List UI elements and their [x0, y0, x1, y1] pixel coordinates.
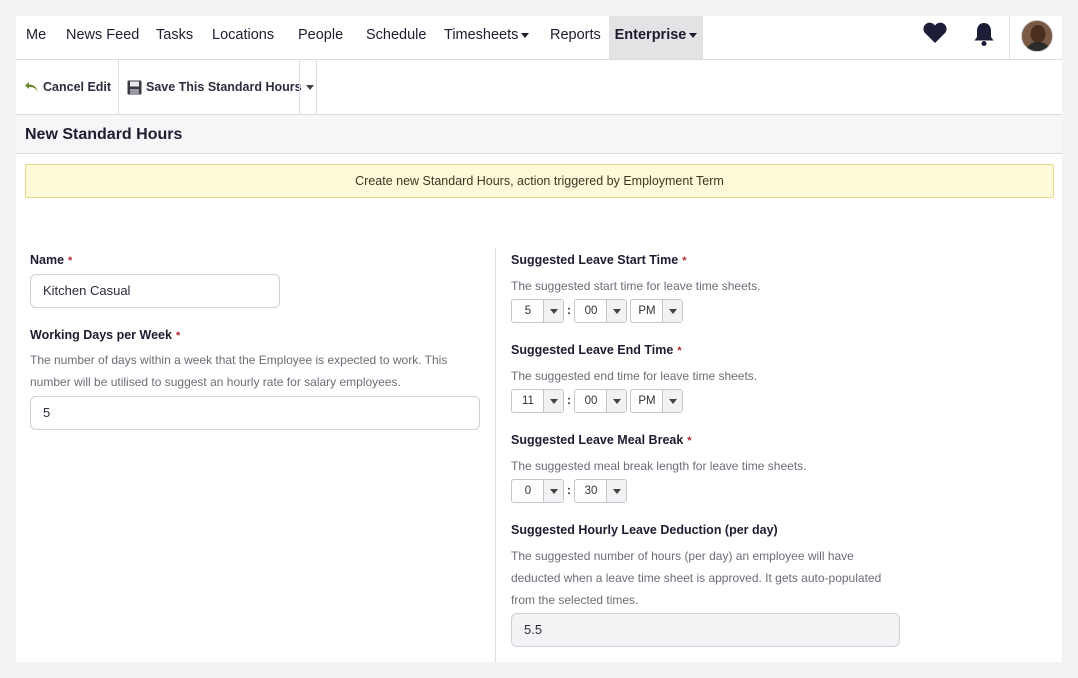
leave-start-help: The suggested start time for leave time … [511, 279, 761, 293]
caret-down-icon [689, 32, 698, 38]
nav-divider [1009, 16, 1010, 59]
name-label: Name * [30, 253, 72, 267]
hourly-deduction-help: The suggested number of hours (per day) … [511, 545, 891, 611]
working-days-help: The number of days within a week that th… [30, 349, 480, 393]
required-mark: * [175, 330, 181, 342]
caret-down-icon [543, 390, 563, 412]
working-days-help-line: The number of days within a week that th… [30, 353, 448, 367]
hourly-deduction-label: Suggested Hourly Leave Deduction (per da… [511, 523, 778, 537]
column-divider [495, 248, 496, 662]
nav-schedule[interactable]: Schedule [366, 16, 426, 59]
caret-down-icon [662, 390, 682, 412]
leave-end-label: Suggested Leave End Time * [511, 343, 682, 357]
save-options-dropdown[interactable] [303, 60, 317, 115]
time-separator: : [567, 393, 571, 407]
leave-start-ampm-value: PM [638, 305, 656, 317]
save-label: Save This Standard Hours [146, 80, 302, 94]
nav-reports[interactable]: Reports [550, 16, 601, 59]
working-days-input[interactable]: 5 [30, 396, 480, 430]
leave-end-ampm-select[interactable]: PM [630, 389, 683, 413]
required-mark: * [687, 435, 692, 447]
caret-down-icon [662, 300, 682, 322]
top-nav: Me News Feed Tasks Locations People Sche… [16, 16, 1062, 60]
working-days-label: Working Days per Week * [30, 328, 180, 342]
leave-end-minute-select[interactable]: 00 [574, 389, 627, 413]
meal-break-minutes-select[interactable]: 30 [574, 479, 627, 503]
toolbar-divider [316, 60, 317, 115]
meal-break-help: The suggested meal break length for leav… [511, 459, 807, 473]
leave-start-hour-select[interactable]: 5 [511, 299, 564, 323]
undo-icon [25, 82, 38, 93]
leave-start-hour-value: 5 [524, 305, 532, 317]
nav-enterprise[interactable]: Enterprise [609, 16, 703, 59]
time-separator: : [567, 483, 571, 497]
working-days-help-line: number will be utilised to suggest an ho… [30, 375, 401, 389]
caret-down-icon [606, 390, 626, 412]
meal-break-hours-value: 0 [524, 485, 532, 497]
caret-down-icon [306, 85, 314, 91]
floppy-disk-icon [127, 80, 142, 95]
required-mark: * [677, 345, 682, 357]
heart-icon[interactable] [922, 22, 948, 44]
hourly-deduction-help-line: The suggested number of hours (per day) … [511, 549, 854, 563]
meal-break-minutes-value: 30 [584, 485, 598, 497]
leave-end-ampm-value: PM [638, 395, 656, 407]
bell-icon[interactable] [973, 21, 995, 47]
caret-down-icon [543, 480, 563, 502]
nav-me[interactable]: Me [26, 16, 46, 59]
name-input[interactable]: Kitchen Casual [30, 274, 280, 308]
leave-start-label: Suggested Leave Start Time * [511, 253, 686, 267]
cancel-edit-label: Cancel Edit [43, 80, 112, 94]
nav-people[interactable]: People [298, 16, 343, 59]
nav-tasks[interactable]: Tasks [156, 16, 193, 59]
working-days-label-text: Working Days per Week [30, 328, 172, 342]
required-mark: * [682, 255, 687, 267]
leave-start-label-text: Suggested Leave Start Time [511, 253, 679, 267]
toolbar-divider [118, 60, 119, 115]
leave-end-hour-select[interactable]: 11 [511, 389, 564, 413]
toolbar-divider [299, 60, 300, 115]
hourly-deduction-input[interactable]: 5.5 [511, 613, 900, 647]
app-frame: Me News Feed Tasks Locations People Sche… [16, 16, 1062, 662]
caret-down-icon [543, 300, 563, 322]
name-label-text: Name [30, 253, 65, 267]
time-separator: : [567, 303, 571, 317]
leave-start-ampm-select[interactable]: PM [630, 299, 683, 323]
nav-timesheets[interactable]: Timesheets [444, 16, 530, 59]
nav-news-feed[interactable]: News Feed [66, 16, 139, 59]
meal-break-label-text: Suggested Leave Meal Break [511, 433, 684, 447]
save-button[interactable]: Save This Standard Hours [127, 60, 302, 115]
nav-timesheets-label: Timesheets [444, 27, 519, 43]
avatar[interactable] [1021, 20, 1053, 52]
page-title: New Standard Hours [25, 126, 183, 143]
caret-down-icon [606, 300, 626, 322]
leave-end-hour-value: 11 [522, 395, 534, 407]
cancel-edit-button[interactable]: Cancel Edit [24, 60, 111, 115]
caret-down-icon [606, 480, 626, 502]
leave-end-label-text: Suggested Leave End Time [511, 343, 674, 357]
page-header: New Standard Hours [16, 115, 1062, 154]
leave-start-minute-value: 00 [584, 305, 598, 317]
toolbar: Cancel Edit Save This Standard Hours [16, 60, 1062, 115]
required-mark: * [68, 255, 73, 267]
meal-break-label: Suggested Leave Meal Break * [511, 433, 692, 447]
leave-end-minute-value: 00 [584, 395, 598, 407]
nav-locations[interactable]: Locations [212, 16, 274, 59]
caret-down-icon [521, 32, 530, 38]
hourly-deduction-help-line: from the selected times. [511, 593, 639, 607]
leave-end-help: The suggested end time for leave time sh… [511, 369, 758, 383]
hourly-deduction-help-line: deducted when a leave time sheet is appr… [511, 571, 882, 585]
leave-start-minute-select[interactable]: 00 [574, 299, 627, 323]
meal-break-hours-select[interactable]: 0 [511, 479, 564, 503]
info-notice: Create new Standard Hours, action trigge… [25, 164, 1054, 198]
nav-enterprise-label: Enterprise [614, 27, 687, 43]
